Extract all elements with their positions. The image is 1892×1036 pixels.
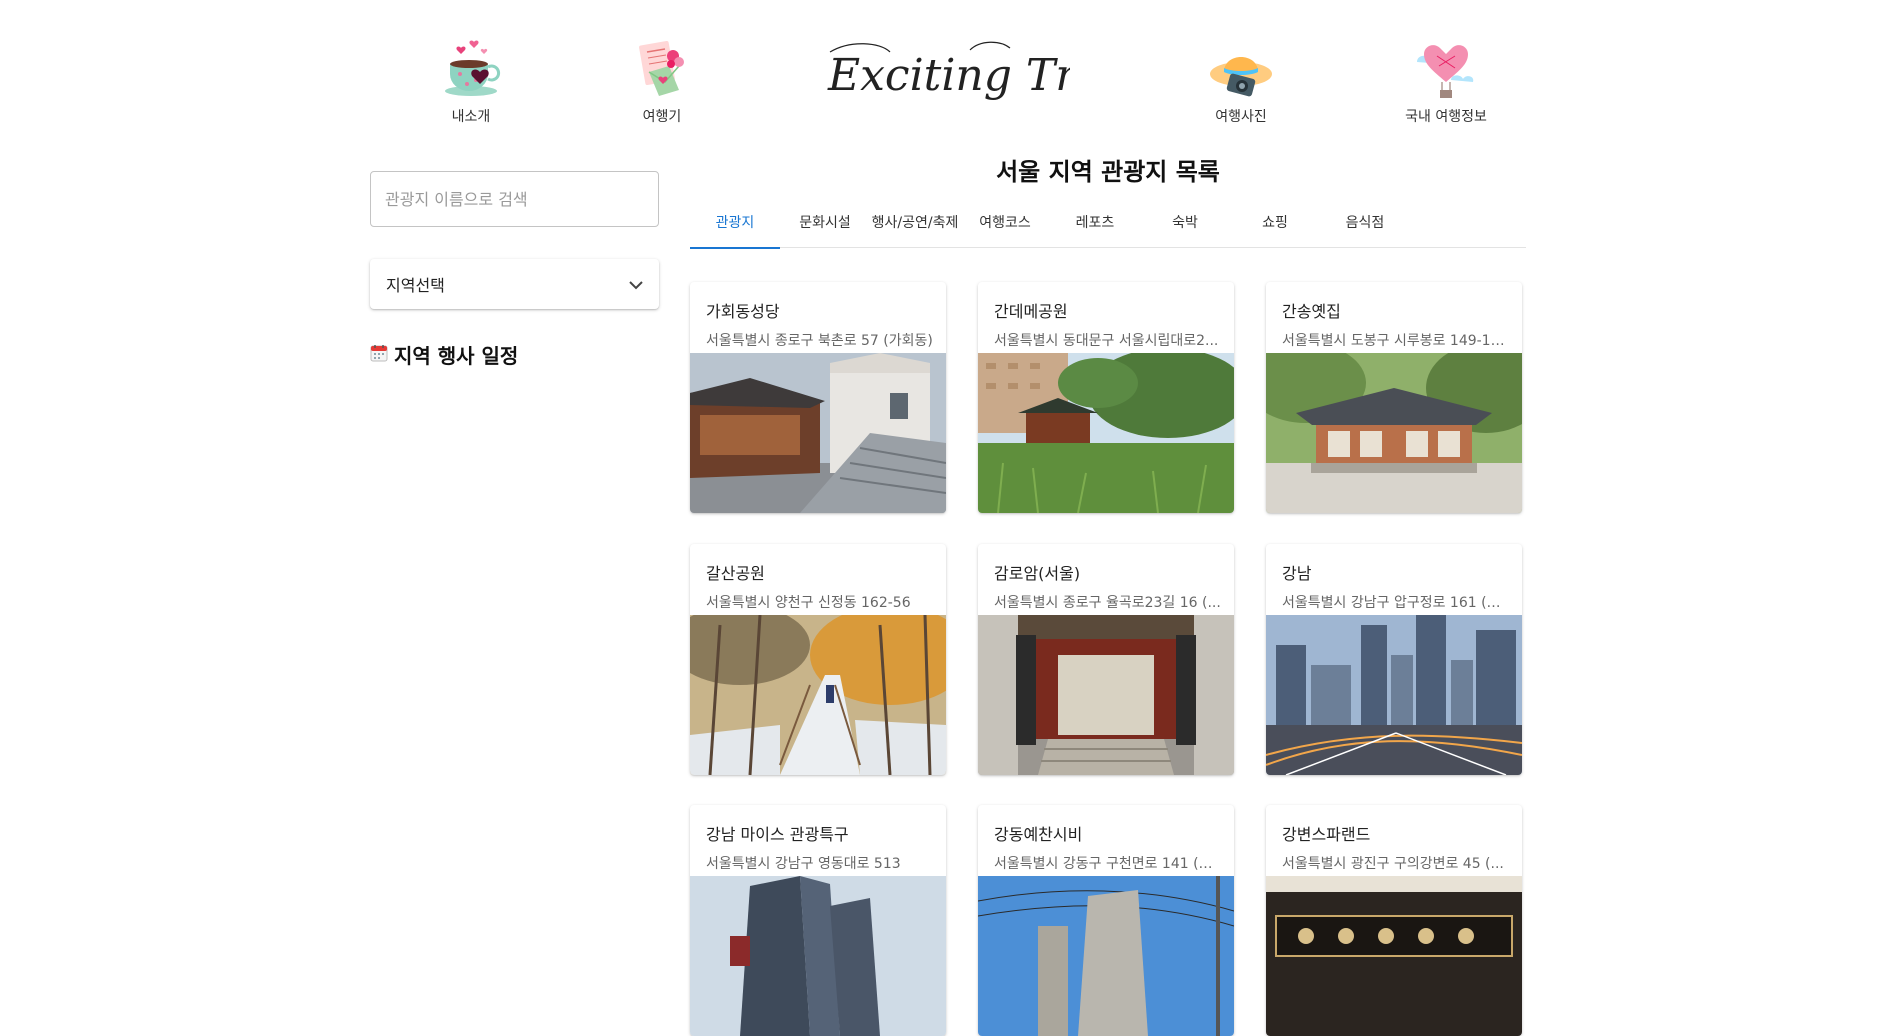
card-title: 가회동성당 xyxy=(706,302,780,321)
traditional-house-photo xyxy=(1266,353,1522,513)
autumn-snow-path-photo xyxy=(690,615,946,775)
nav-travelogue-label: 여행기 xyxy=(642,109,682,125)
tab-restaurants[interactable]: 음식점 xyxy=(1320,204,1410,248)
hanok-cathedral-photo xyxy=(690,353,946,513)
attraction-card[interactable]: 감로암(서울) 서울특별시 종로구 율곡로23길 16 (... xyxy=(978,544,1234,775)
region-select[interactable]: 지역선택 xyxy=(370,259,659,309)
nav-about-label: 내소개 xyxy=(451,109,491,125)
chevron-down-icon xyxy=(629,275,643,294)
card-address: 서울특별시 양천구 신정동 162-56 xyxy=(706,595,911,611)
tab-leisure[interactable]: 레포츠 xyxy=(1050,204,1140,248)
card-address: 서울특별시 강남구 영동대로 513 xyxy=(706,856,901,872)
tab-courses[interactable]: 여행코스 xyxy=(960,204,1050,248)
tab-lodging[interactable]: 숙박 xyxy=(1140,204,1230,248)
attraction-card[interactable]: 간데메공원 서울특별시 동대문구 서울시립대로2... xyxy=(978,282,1234,513)
logo-text: Exciting Trip xyxy=(827,50,1070,101)
site-logo[interactable]: Exciting Trip xyxy=(820,30,1119,120)
card-address: 서울특별시 동대문구 서울시립대로2... xyxy=(994,333,1219,349)
attraction-card[interactable]: 강남 서울특별시 강남구 압구정로 161 (압... xyxy=(1266,544,1522,775)
tab-culture[interactable]: 문화시설 xyxy=(780,204,870,248)
card-title: 강동예찬시비 xyxy=(994,825,1083,844)
nav-info[interactable]: 국내 여행정보 xyxy=(1376,34,1516,126)
events-title: 지역 행사 일정 xyxy=(394,344,519,368)
card-title: 강남 마이스 관광특구 xyxy=(706,825,849,844)
card-address: 서울특별시 도봉구 시루봉로 149-18... xyxy=(1282,333,1510,349)
tab-events[interactable]: 행사/공연/축제 xyxy=(870,204,960,248)
events-heading: 지역 행사 일정 xyxy=(370,340,518,369)
search-input[interactable] xyxy=(370,171,659,227)
nav-travelogue[interactable]: 여행기 xyxy=(592,34,732,126)
heart-balloon-icon xyxy=(1376,34,1516,104)
card-title: 간송옛집 xyxy=(1282,302,1341,321)
card-title: 간데메공원 xyxy=(994,302,1068,321)
calendar-icon xyxy=(370,343,388,367)
love-letter-icon xyxy=(592,34,732,104)
tab-attractions[interactable]: 관광지 xyxy=(690,204,780,249)
card-title: 감로암(서울) xyxy=(994,564,1081,583)
attraction-card[interactable]: 가회동성당 서울특별시 종로구 북촌로 57 (가회동) xyxy=(690,282,946,513)
hat-camera-icon xyxy=(1171,34,1311,104)
spa-sign-photo xyxy=(1266,876,1522,1036)
temple-gate-photo xyxy=(978,615,1234,775)
teacup-heart-icon xyxy=(401,34,541,104)
page-title: 서울 지역 관광지 목록 xyxy=(996,158,1220,186)
stone-monument-photo xyxy=(978,876,1234,1036)
park-pavilion-photo xyxy=(978,353,1234,513)
nav-photos-label: 여행사진 xyxy=(1215,109,1267,125)
tab-shopping[interactable]: 쇼핑 xyxy=(1230,204,1320,248)
attraction-card[interactable]: 갈산공원 서울특별시 양천구 신정동 162-56 xyxy=(690,544,946,775)
office-towers-photo xyxy=(690,876,946,1036)
attraction-card[interactable]: 강남 마이스 관광특구 서울특별시 강남구 영동대로 513 xyxy=(690,805,946,1036)
attraction-card[interactable]: 강변스파랜드 서울특별시 광진구 구의강변로 45 (... xyxy=(1266,805,1522,1036)
attraction-card[interactable]: 강동예찬시비 서울특별시 강동구 구천면로 141 (천... xyxy=(978,805,1234,1036)
card-address: 서울특별시 광진구 구의강변로 45 (... xyxy=(1282,856,1504,872)
card-address: 서울특별시 강남구 압구정로 161 (압... xyxy=(1282,595,1510,611)
card-address: 서울특별시 종로구 율곡로23길 16 (... xyxy=(994,595,1221,611)
gangnam-skyline-photo xyxy=(1266,615,1522,775)
nav-info-label: 국내 여행정보 xyxy=(1405,109,1487,125)
card-title: 강변스파랜드 xyxy=(1282,825,1371,844)
card-address: 서울특별시 종로구 북촌로 57 (가회동) xyxy=(706,333,933,349)
attraction-card[interactable]: 간송옛집 서울특별시 도봉구 시루봉로 149-18... xyxy=(1266,282,1522,513)
nav-about[interactable]: 내소개 xyxy=(401,34,541,126)
card-title: 강남 xyxy=(1282,564,1312,583)
category-tabs: 관광지 문화시설 행사/공연/축제 여행코스 레포츠 숙박 쇼핑 음식점 xyxy=(690,204,1526,249)
card-address: 서울특별시 강동구 구천면로 141 (천... xyxy=(994,856,1222,872)
nav-photos[interactable]: 여행사진 xyxy=(1171,34,1311,126)
card-title: 갈산공원 xyxy=(706,564,765,583)
region-select-label: 지역선택 xyxy=(386,276,445,295)
